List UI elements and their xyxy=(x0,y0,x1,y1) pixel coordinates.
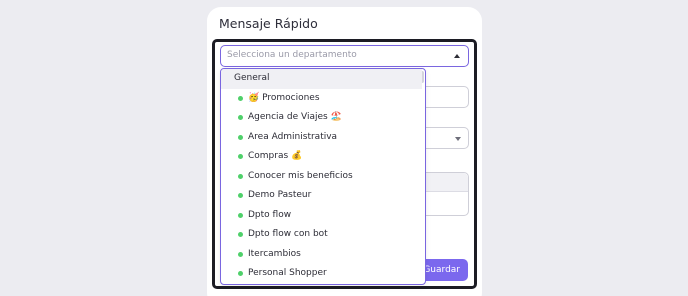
dropdown-option-label: Agencia de Viajes 🏖️ xyxy=(248,112,342,122)
status-dot-icon xyxy=(238,251,243,257)
dropdown-option-label: Personal Shopper xyxy=(248,268,327,278)
dropdown-group-general: General xyxy=(221,69,422,89)
dropdown-option-label: Itercambios xyxy=(248,248,301,259)
dropdown-option[interactable]: Area Administrativa xyxy=(221,128,422,148)
dropdown-option-label: Area Administrativa xyxy=(248,131,338,142)
dropdown-option[interactable]: Personal Shopper xyxy=(221,264,422,284)
dropdown-option[interactable]: Agencia de Viajes 🏖️ xyxy=(221,108,422,128)
dropdown-option[interactable]: Compras 💰 xyxy=(221,147,422,167)
dropdown-option-label: Conocer mis beneficios xyxy=(248,170,353,181)
status-dot-icon xyxy=(238,154,243,159)
dropdown-option-label: Compras 💰 xyxy=(248,151,303,161)
department-dropdown: General 🥳 Promociones Agencia de Viajes … xyxy=(220,68,426,285)
status-dot-icon xyxy=(238,212,243,218)
dropdown-option[interactable]: Demo Pasteur xyxy=(221,186,422,206)
dropdown-option[interactable]: Itercambios xyxy=(221,245,422,265)
status-dot-icon xyxy=(238,193,243,198)
dropdown-option-label: Demo Pasteur xyxy=(248,190,312,200)
chevron-up-icon[interactable] xyxy=(454,54,460,58)
dropdown-option-label: 🥳 Promociones xyxy=(248,92,320,103)
dropdown-option[interactable]: 🥳 Promociones xyxy=(221,89,422,109)
status-dot-icon xyxy=(238,232,243,237)
status-dot-icon xyxy=(238,115,243,120)
card-title: Mensaje Rápido xyxy=(219,16,318,31)
dropdown-option-label: Dpto flow con bot xyxy=(248,229,328,239)
dropdown-option[interactable]: Dpto flow con bot xyxy=(221,225,422,245)
department-select-placeholder: Selecciona un departamento xyxy=(227,50,357,60)
status-dot-icon xyxy=(238,134,243,140)
dropdown-option[interactable]: Dpto flow xyxy=(221,206,422,226)
department-select[interactable]: Selecciona un departamento xyxy=(220,45,469,67)
dropdown-option[interactable]: Conocer mis beneficios xyxy=(221,167,422,187)
status-dot-icon xyxy=(238,173,243,179)
status-dot-icon xyxy=(238,271,243,276)
status-dot-icon xyxy=(238,95,243,101)
dropdown-option-label: Dpto flow xyxy=(248,209,292,220)
